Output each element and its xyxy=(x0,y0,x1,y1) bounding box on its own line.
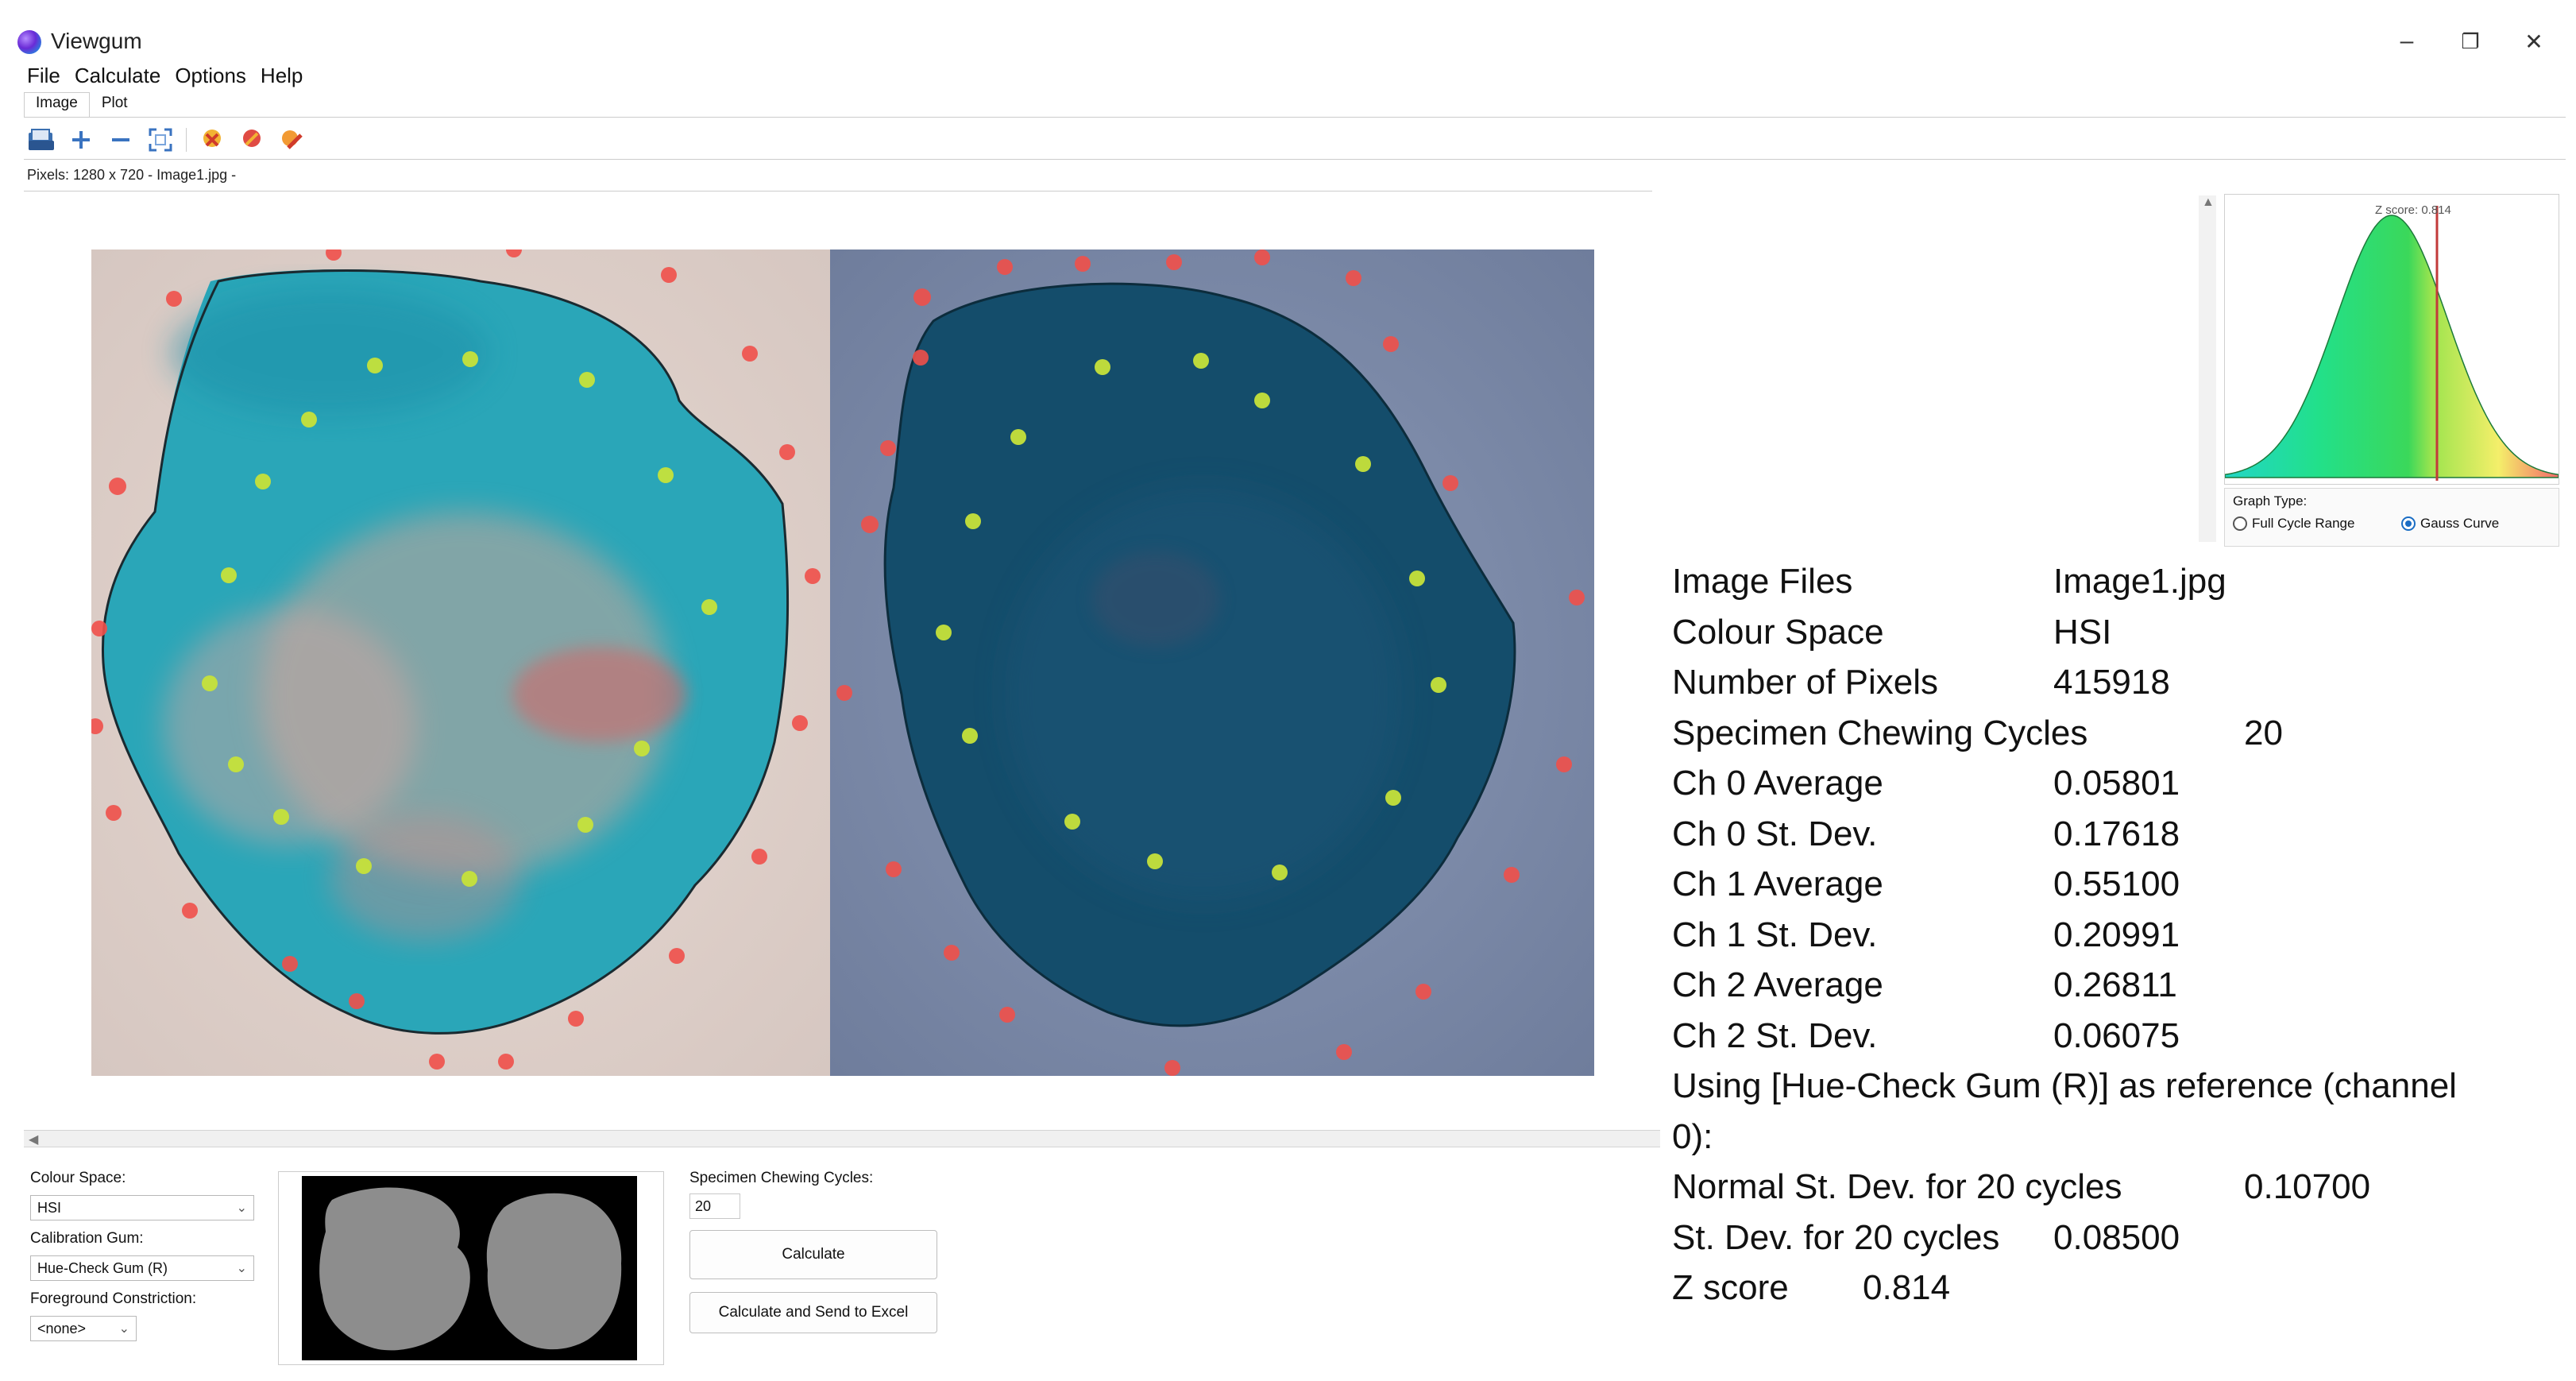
normal-stdev-value: 0.10700 xyxy=(2244,1167,2371,1206)
graph-type-group: Graph Type: Full Cycle Range Gauss Curve xyxy=(2224,488,2559,547)
fit-icon[interactable] xyxy=(146,126,175,154)
remove-point-icon[interactable] xyxy=(238,126,266,154)
chewing-cycles-label: Specimen Chewing Cycles: xyxy=(689,1170,874,1186)
minimize-button[interactable]: – xyxy=(2383,24,2431,59)
clear-points-icon[interactable] xyxy=(198,126,226,154)
foreground-constriction-value: <none> xyxy=(37,1320,87,1337)
zoom-out-icon[interactable] xyxy=(106,126,135,154)
gauss-curve-radio[interactable] xyxy=(2401,516,2416,531)
result-value: HSI xyxy=(2053,612,2112,652)
result-label: Ch 2 Average xyxy=(1672,965,1883,1004)
gauss-graph: Z score: 0.814 xyxy=(2224,194,2559,485)
result-label: Image Files xyxy=(1672,562,1853,601)
tab-plot[interactable]: Plot xyxy=(90,92,140,118)
chewing-cycles-input[interactable]: 20 xyxy=(689,1193,740,1219)
foreground-constriction-select[interactable]: <none> ⌄ xyxy=(30,1316,137,1341)
title-bar xyxy=(16,21,2558,65)
zscore-result-value: 0.814 xyxy=(1863,1268,1951,1307)
calibration-gum-label: Calibration Gum: xyxy=(30,1230,144,1247)
menu-options[interactable]: Options xyxy=(172,60,257,92)
menu-file[interactable]: File xyxy=(24,60,71,92)
result-label: Colour Space xyxy=(1672,612,1884,652)
gum-image[interactable] xyxy=(91,250,1594,1076)
result-value: 0.06075 xyxy=(2053,1015,2180,1055)
open-icon[interactable] xyxy=(27,126,56,154)
result-value: 0.17618 xyxy=(2053,814,2180,853)
scroll-up-icon[interactable]: ▲ xyxy=(2202,195,2215,210)
left-mask-shape xyxy=(319,1187,470,1351)
calculate-button[interactable]: Calculate xyxy=(689,1230,937,1279)
chevron-down-icon: ⌄ xyxy=(236,1201,247,1215)
tab-image[interactable]: Image xyxy=(24,92,90,118)
result-value: 0.05801 xyxy=(2053,764,2180,803)
result-value: 20 xyxy=(2244,713,2283,752)
result-value: 0.20991 xyxy=(2053,915,2180,954)
full-cycle-range-label: Full Cycle Range xyxy=(2252,516,2355,531)
menu-bar: File Calculate Options Help xyxy=(24,60,314,92)
colour-space-select[interactable]: HSI ⌄ xyxy=(30,1195,254,1220)
divider xyxy=(24,117,2566,118)
result-label: Number of Pixels xyxy=(1672,663,1939,702)
scroll-left-icon[interactable]: ◀ xyxy=(29,1131,38,1147)
gauss-curve-chart: Z score: 0.814 xyxy=(2224,203,2559,481)
toolbar xyxy=(27,126,306,154)
gauss-curve xyxy=(2224,215,2559,478)
calculate-send-excel-button[interactable]: Calculate and Send to Excel xyxy=(689,1292,937,1333)
colour-space-label: Colour Space: xyxy=(30,1170,126,1186)
mask-preview xyxy=(302,1176,637,1360)
chevron-down-icon: ⌄ xyxy=(236,1262,247,1275)
result-label: Ch 2 St. Dev. xyxy=(1672,1015,1878,1055)
result-value: 415918 xyxy=(2053,663,2170,702)
calibration-gum-value: Hue-Check Gum (R) xyxy=(37,1259,168,1276)
result-value: Image1.jpg xyxy=(2053,562,2226,601)
stdev-value: 0.08500 xyxy=(2053,1217,2180,1257)
image-horizontal-scrollbar[interactable] xyxy=(24,1130,1660,1147)
app-icon xyxy=(17,30,41,54)
foreground-constriction-label: Foreground Constriction: xyxy=(30,1290,197,1307)
divider xyxy=(24,159,2566,160)
toolbar-separator xyxy=(186,128,187,152)
graph-scrollbar[interactable] xyxy=(2199,195,2216,542)
chevron-down-icon: ⌄ xyxy=(118,1322,129,1336)
colour-space-value: HSI xyxy=(37,1199,62,1216)
graph-type-label: Graph Type: xyxy=(2233,493,2308,509)
tab-bar: Image Plot xyxy=(24,92,140,118)
result-label: Ch 0 St. Dev. xyxy=(1672,814,1878,853)
image-info: Pixels: 1280 x 720 - Image1.jpg - xyxy=(27,167,237,183)
normal-stdev-label: Normal St. Dev. for 20 cycles xyxy=(1672,1167,2122,1206)
zoom-in-icon[interactable] xyxy=(67,126,95,154)
app-window: Viewgum – ❐ ✕ File Calculate Options Hel… xyxy=(0,0,2576,1381)
full-cycle-range-option[interactable]: Full Cycle Range xyxy=(2233,516,2354,532)
zscore-label: Z score: 0.814 xyxy=(2375,203,2451,217)
edit-point-icon[interactable] xyxy=(277,126,306,154)
result-value: 0.26811 xyxy=(2053,965,2177,1004)
result-label: Ch 1 St. Dev. xyxy=(1672,915,1878,954)
close-button[interactable]: ✕ xyxy=(2510,24,2558,59)
window-title: Viewgum xyxy=(51,29,142,53)
zscore-result-label: Z score xyxy=(1672,1268,1789,1307)
result-value: 0.55100 xyxy=(2053,865,2180,903)
gauss-curve-label: Gauss Curve xyxy=(2420,516,2500,531)
full-cycle-range-radio[interactable] xyxy=(2233,516,2247,531)
result-label: Ch 1 Average xyxy=(1672,865,1883,903)
stdev-label: St. Dev. for 20 cycles xyxy=(1672,1217,2000,1257)
menu-calculate[interactable]: Calculate xyxy=(71,60,172,92)
reference-note-cont: 0): xyxy=(1672,1116,1713,1156)
right-mask-shape xyxy=(486,1193,622,1350)
reference-note: Using [Hue-Check Gum (R)] as reference (… xyxy=(1672,1066,2457,1105)
calibration-gum-select[interactable]: Hue-Check Gum (R) ⌄ xyxy=(30,1255,254,1281)
result-label: Specimen Chewing Cycles xyxy=(1672,713,2088,752)
menu-help[interactable]: Help xyxy=(257,60,314,92)
maximize-button[interactable]: ❐ xyxy=(2447,24,2494,59)
gauss-curve-option[interactable]: Gauss Curve xyxy=(2401,516,2499,532)
result-label: Ch 0 Average xyxy=(1672,764,1883,803)
